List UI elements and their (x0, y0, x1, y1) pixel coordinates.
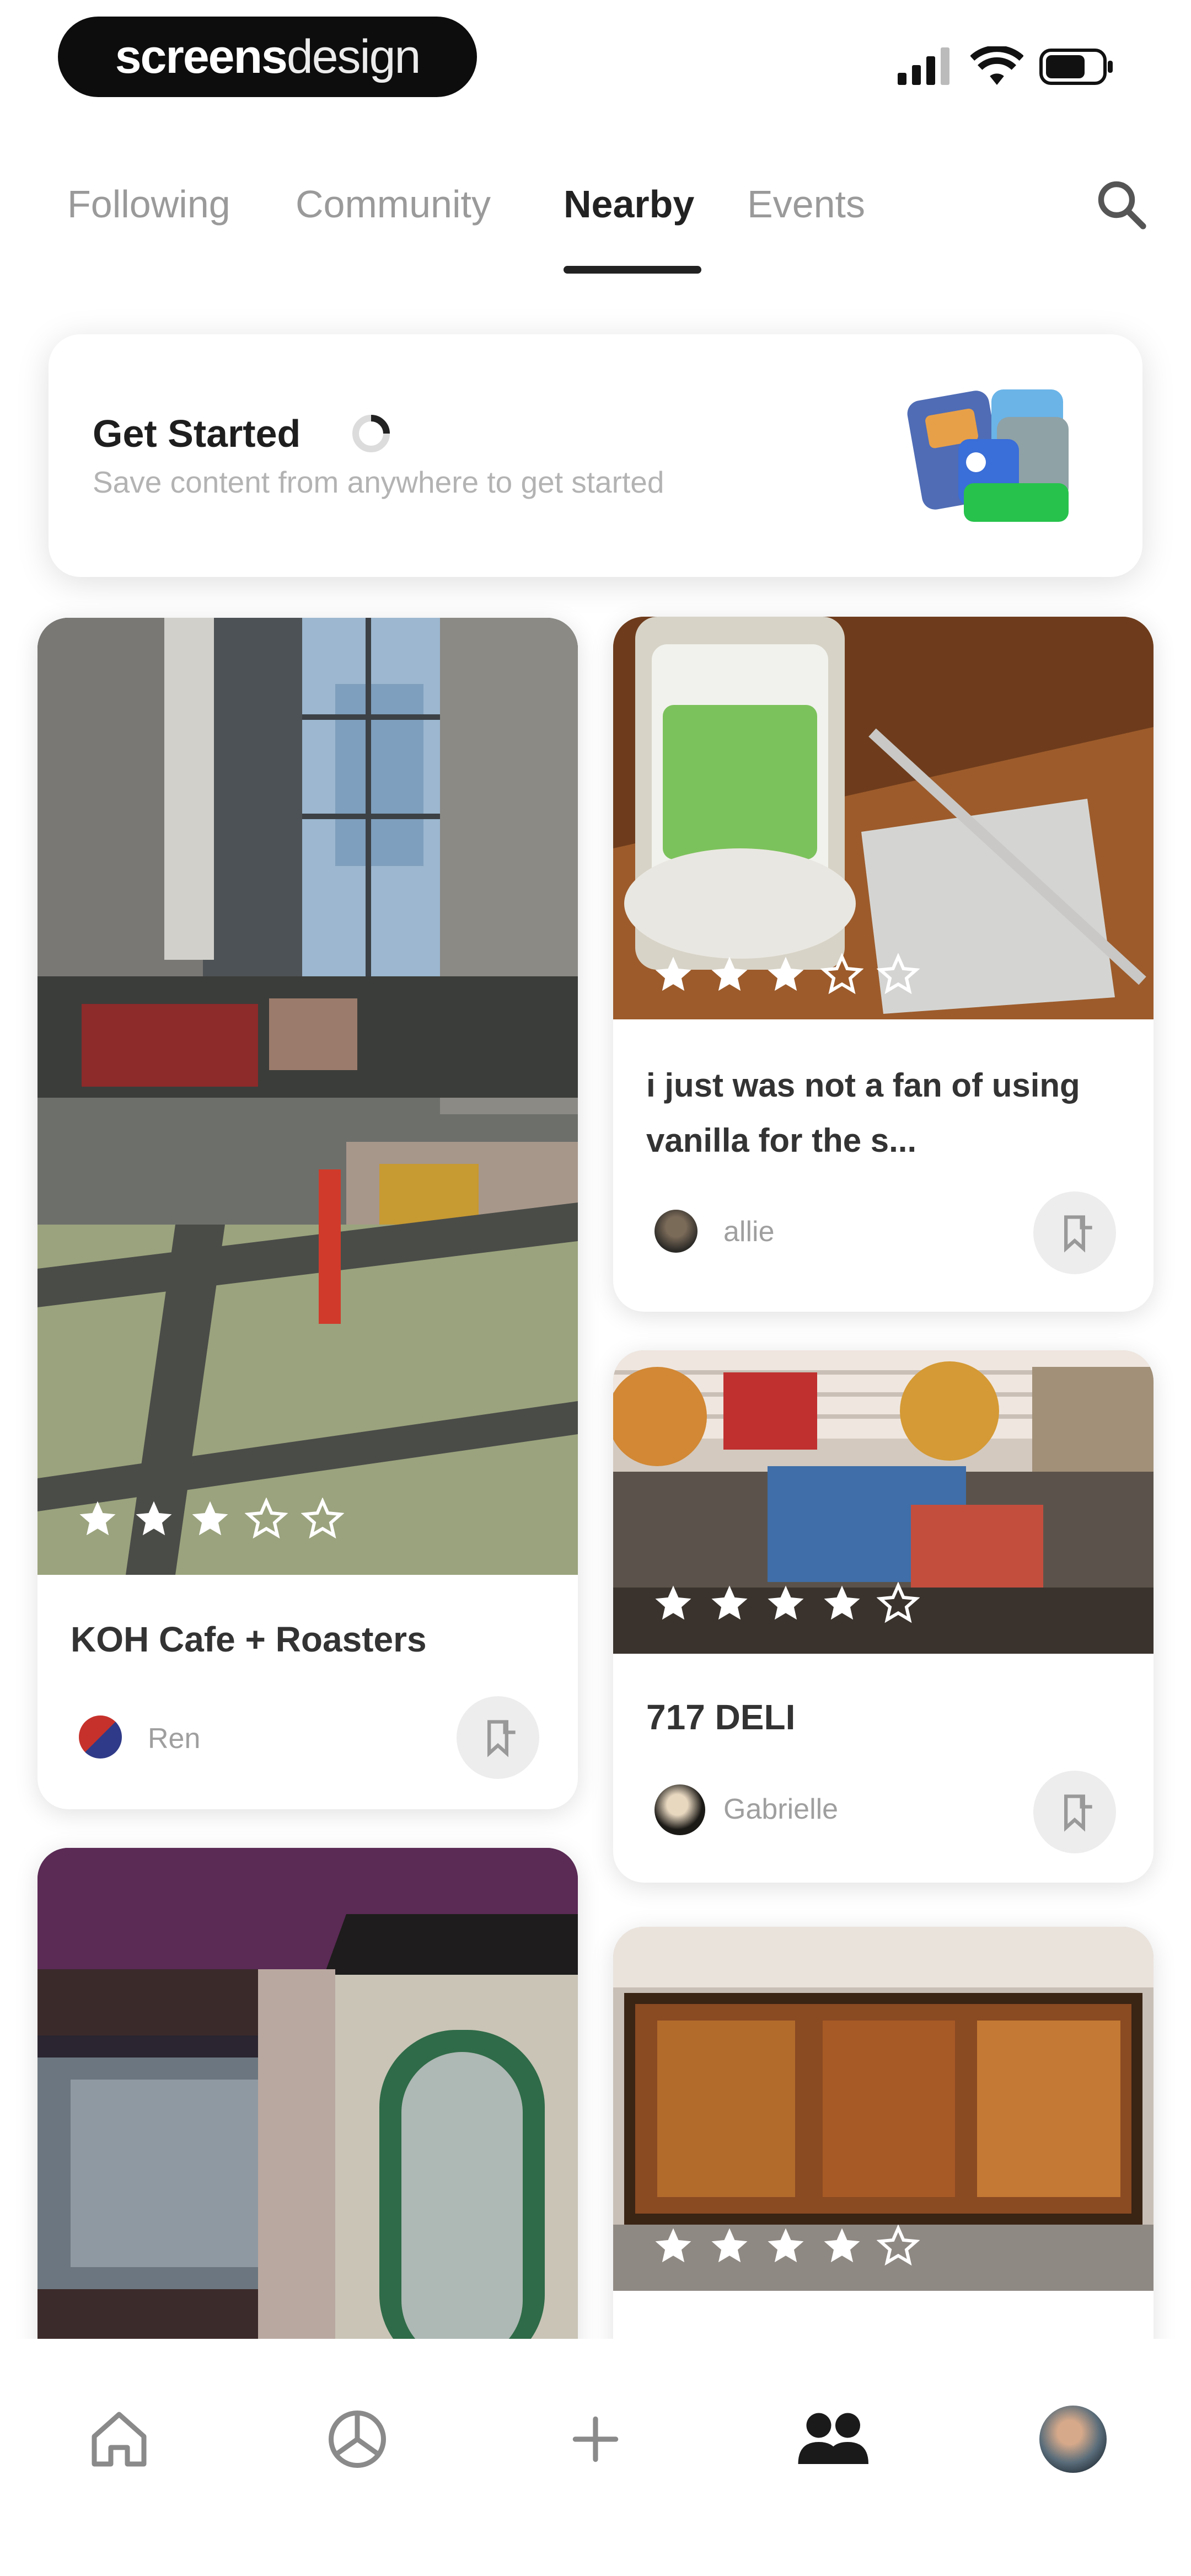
rating-stars (652, 1582, 920, 1625)
star-filled-icon (824, 2228, 860, 2263)
place-card[interactable]: KOH Cafe + Roasters Ren (37, 618, 578, 1809)
star-filled-icon (655, 2228, 691, 2263)
place-title: KOH Cafe + Roasters (71, 1620, 427, 1659)
save-bookmark-icon (487, 1720, 516, 1757)
progress-ring-icon (349, 411, 393, 458)
tab-events[interactable]: Events (747, 182, 865, 226)
explore-icon (329, 2411, 386, 2468)
place-card[interactable]: 717 DELI Gabrielle (613, 1350, 1154, 1883)
brand-bold-text: screens (115, 30, 288, 83)
save-bookmark-icon (1064, 1215, 1092, 1253)
star-filled-icon (711, 2228, 748, 2263)
profile-avatar (1039, 2406, 1107, 2473)
active-tab-indicator (564, 266, 701, 274)
home-icon (92, 2412, 147, 2467)
star-filled-icon (711, 1585, 748, 1620)
star-filled-icon (79, 1501, 116, 1536)
star-filled-icon (192, 1501, 228, 1536)
user-avatar[interactable] (79, 1715, 122, 1759)
user-name[interactable]: Ren (148, 1722, 200, 1755)
review-card[interactable]: i just was not a fan of using vanilla fo… (613, 617, 1154, 1312)
save-button[interactable] (457, 1696, 539, 1779)
get-started-subtitle: Save content from anywhere to get starte… (93, 465, 664, 499)
get-started-title: Get Started (93, 412, 301, 455)
star-filled-icon (655, 956, 691, 991)
search-icon[interactable] (1095, 178, 1147, 233)
nav-add[interactable] (557, 2401, 634, 2478)
get-started-card[interactable]: Get Started Save content from anywhere t… (49, 334, 1142, 577)
bottom-navigation (0, 2339, 1191, 2576)
star-empty-icon (301, 1498, 344, 1539)
nav-profile[interactable] (1034, 2401, 1112, 2478)
tab-following[interactable]: Following (67, 182, 230, 226)
star-filled-icon (711, 956, 748, 991)
user-name[interactable]: Gabrielle (723, 1793, 838, 1826)
signal-icon (898, 46, 953, 85)
review-snippet: i just was not a fan of using vanilla fo… (646, 1067, 1080, 1159)
rating-stars (652, 2225, 920, 2268)
save-button[interactable] (1033, 1771, 1116, 1853)
add-icon (572, 2416, 619, 2462)
star-empty-icon (877, 953, 920, 995)
nav-home[interactable] (81, 2401, 158, 2478)
rating-stars (76, 1498, 344, 1541)
user-name[interactable]: allie (723, 1215, 775, 1248)
save-button[interactable] (1033, 1191, 1116, 1274)
star-empty-icon (820, 953, 863, 995)
brand-watermark: screens design (58, 17, 477, 97)
user-avatar[interactable] (654, 1784, 705, 1835)
star-empty-icon (245, 1498, 288, 1539)
star-empty-icon (877, 1582, 920, 1623)
star-filled-icon (655, 1585, 691, 1620)
nav-explore[interactable] (319, 2401, 396, 2478)
wifi-icon (970, 45, 1024, 89)
save-bookmark-icon (1064, 1794, 1092, 1832)
tab-community[interactable]: Community (296, 182, 491, 226)
star-filled-icon (768, 2228, 804, 2263)
app-collage-illustration (898, 378, 1096, 527)
user-avatar[interactable] (654, 1210, 698, 1253)
place-photo-koh (37, 618, 578, 1575)
star-filled-icon (768, 956, 804, 991)
place-title: 717 DELI (646, 1697, 796, 1737)
brand-light-text: design (286, 30, 421, 83)
tab-nearby[interactable]: Nearby (564, 182, 694, 226)
star-empty-icon (877, 2225, 920, 2266)
rating-stars (652, 953, 920, 996)
community-icon (798, 2413, 868, 2464)
star-filled-icon (824, 1585, 860, 1620)
battery-icon (1039, 49, 1114, 88)
nav-community[interactable] (794, 2401, 871, 2478)
star-filled-icon (768, 1585, 804, 1620)
star-filled-icon (136, 1501, 172, 1536)
